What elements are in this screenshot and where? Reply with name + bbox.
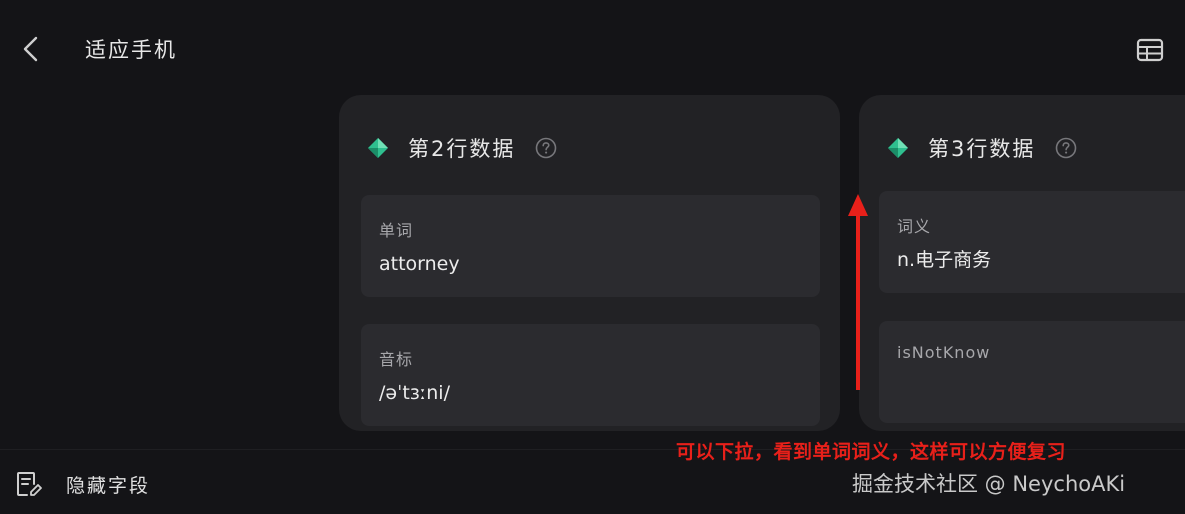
- diamond-logo-icon: [888, 138, 908, 158]
- up-arrow-icon: [848, 194, 868, 390]
- document-edit-icon: [17, 472, 42, 496]
- back-button[interactable]: [14, 32, 48, 66]
- page-title: 适应手机: [85, 38, 177, 62]
- hide-fields-label: 隐藏字段: [66, 474, 151, 497]
- watermark: 掘金技术社区 @ NeychoAKi: [852, 472, 1126, 496]
- hide-fields-button[interactable]: 隐藏字段: [14, 466, 150, 502]
- field-word[interactable]: 单词 attorney: [361, 195, 820, 297]
- field-value: /əˈtɜːni/: [379, 382, 450, 404]
- record-card-row-3[interactable]: 第3行数据 词义 n.电子商务 isNotKnow: [859, 95, 1185, 431]
- field-label: 单词: [379, 221, 414, 240]
- table-view-button[interactable]: [1134, 35, 1166, 65]
- record-card-row-2[interactable]: 第2行数据 单词 attorney 音标 /əˈtɜːni/: [339, 95, 840, 431]
- field-value: attorney: [379, 253, 460, 275]
- field-label: 音标: [379, 350, 414, 369]
- table-grid-icon: [1136, 38, 1164, 62]
- top-bar: 适应手机: [0, 0, 1185, 100]
- question-circle-icon[interactable]: [1055, 137, 1077, 159]
- card-header: 第2行数据: [367, 133, 557, 163]
- app-screen: 适应手机 第2行数据 单词 attorney 音标 /əˈtɜːni/ 第3行数…: [0, 0, 1185, 514]
- annotation-text: 可以下拉，看到单词词义，这样可以方便复习: [676, 441, 1067, 463]
- field-phonetic[interactable]: 音标 /əˈtɜːni/: [361, 324, 820, 426]
- card-title: 第3行数据: [928, 137, 1036, 161]
- field-value: n.电子商务: [897, 249, 992, 271]
- diamond-logo-icon: [368, 138, 388, 158]
- field-label: isNotKnow: [897, 343, 991, 362]
- field-label: 词义: [897, 217, 932, 236]
- field-meaning[interactable]: 词义 n.电子商务: [879, 191, 1185, 293]
- question-circle-icon[interactable]: [535, 137, 557, 159]
- chevron-left-icon: [23, 36, 38, 62]
- field-is-not-know[interactable]: isNotKnow: [879, 321, 1185, 423]
- card-title: 第2行数据: [408, 137, 516, 161]
- card-header: 第3行数据: [887, 133, 1077, 163]
